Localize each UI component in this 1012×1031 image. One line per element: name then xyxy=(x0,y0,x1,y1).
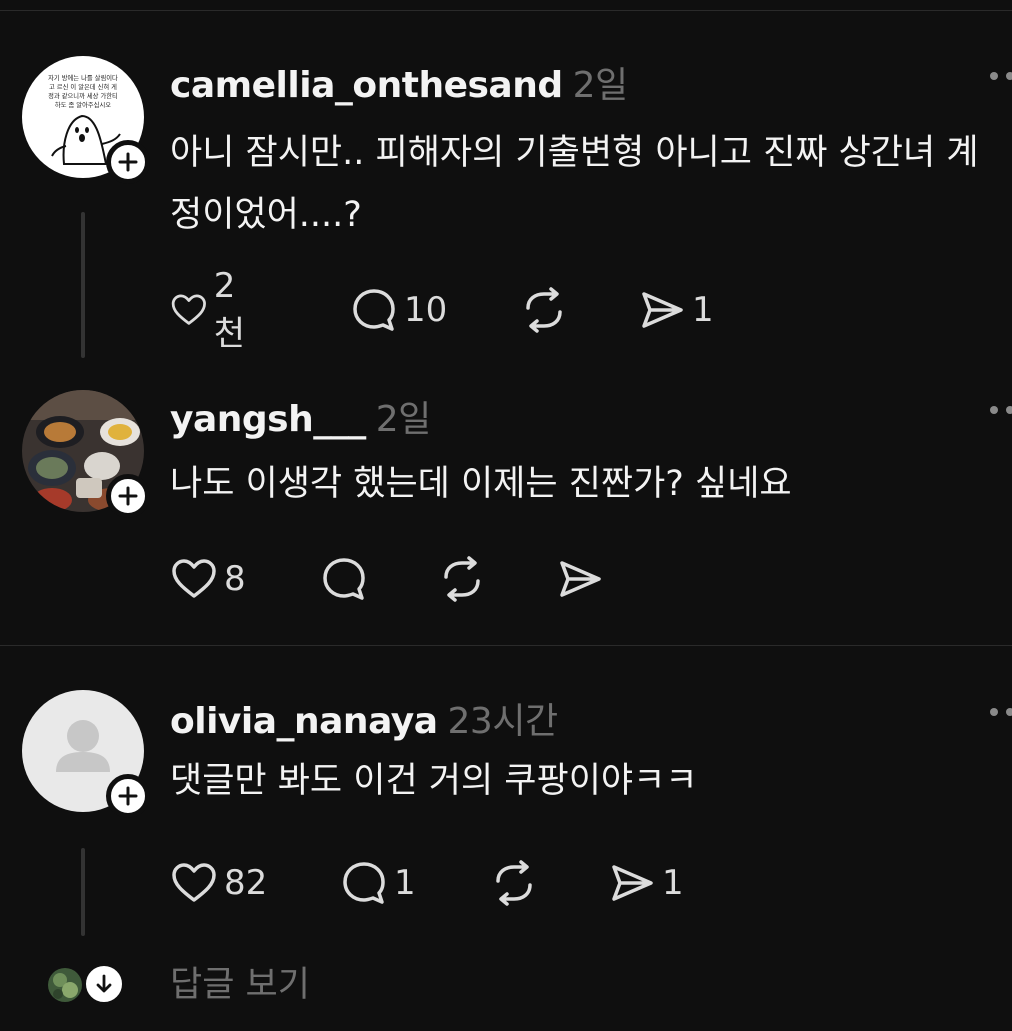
username[interactable]: yangsh___ xyxy=(170,399,366,440)
thread-line xyxy=(81,848,85,936)
comment-count: 1 xyxy=(394,863,416,903)
avatar-container[interactable] xyxy=(22,390,150,518)
repost-button[interactable] xyxy=(490,858,538,908)
post-header: yangsh___ 2일 xyxy=(170,390,431,442)
reply-avatar xyxy=(48,968,82,1002)
share-button[interactable] xyxy=(556,554,604,604)
repost-icon xyxy=(496,860,532,906)
post-header: olivia_nanaya 23시간 xyxy=(170,692,558,744)
comment-count: 10 xyxy=(404,290,448,330)
like-count: 2천 xyxy=(213,265,245,354)
avatar-container[interactable]: 자기 방에는 나를 살림이다 고 르신 이 알은데 신혀 게 정과 같으니까 세… xyxy=(22,56,150,184)
comment-bubble-icon xyxy=(353,289,395,331)
arrow-down-icon xyxy=(96,974,112,993)
heart-icon xyxy=(171,294,206,325)
heart-icon xyxy=(172,559,216,598)
avatar-container[interactable] xyxy=(22,690,150,818)
follow-button[interactable] xyxy=(106,140,150,184)
plus-icon xyxy=(118,486,138,506)
avatar-text-2: 고 르신 이 알은데 신혀 게 xyxy=(49,82,117,91)
follow-button[interactable] xyxy=(106,474,150,518)
send-icon xyxy=(642,292,683,328)
repost-icon xyxy=(526,287,562,333)
like-button[interactable]: 82 xyxy=(170,858,267,908)
avatar-text-4: 하도 좀 알아주십시오 xyxy=(55,100,111,109)
like-button[interactable]: 8 xyxy=(170,554,246,604)
comment-button[interactable]: 1 xyxy=(340,858,416,908)
post-time: 23시간 xyxy=(447,701,559,742)
share-count: 1 xyxy=(692,290,714,330)
share-count: 1 xyxy=(662,863,684,903)
post-time: 2일 xyxy=(375,399,432,440)
more-options-button[interactable] xyxy=(990,72,1012,82)
repost-button[interactable] xyxy=(520,285,568,335)
post-time: 2일 xyxy=(572,65,629,106)
avatar-text-3: 정과 같으니까 세상 가한티 xyxy=(48,91,118,100)
post-divider xyxy=(0,645,1012,646)
comment-button[interactable] xyxy=(320,554,368,604)
follow-button[interactable] xyxy=(106,774,150,818)
plus-icon xyxy=(118,786,138,806)
thread-line xyxy=(81,212,85,358)
more-options-button[interactable] xyxy=(990,406,1012,416)
post-text: 아니 잠시만.. 피해자의 기출변형 아니고 진짜 상간녀 계정이었어....? xyxy=(170,133,979,235)
like-count: 8 xyxy=(224,559,246,599)
like-button[interactable]: 2천 xyxy=(170,266,255,354)
username[interactable]: camellia_onthesand xyxy=(170,65,563,106)
share-button[interactable]: 1 xyxy=(608,858,684,908)
top-divider xyxy=(0,10,1012,11)
post-header: camellia_onthesand 2일 xyxy=(170,56,628,108)
comment-bubble-icon xyxy=(323,558,365,600)
post-text: 나도 이생각 했는데 이제는 진짠가? 싶네요 xyxy=(170,464,792,504)
avatar-text-1: 자기 방에는 나를 살림이다 xyxy=(48,73,118,82)
expand-replies-button[interactable] xyxy=(82,962,126,1006)
like-count: 82 xyxy=(224,863,268,903)
view-replies-label[interactable]: 답글 보기 xyxy=(170,960,310,1010)
heart-icon xyxy=(172,863,216,902)
plus-icon xyxy=(118,152,138,172)
comment-bubble-icon xyxy=(343,862,385,904)
comment-button[interactable]: 10 xyxy=(350,285,447,335)
repost-button[interactable] xyxy=(438,554,486,604)
share-button[interactable]: 1 xyxy=(638,285,714,335)
send-icon xyxy=(612,865,653,901)
repost-icon xyxy=(444,556,480,602)
post-text: 댓글만 봐도 이건 거의 쿠팡이야ㅋㅋ xyxy=(170,761,698,801)
send-icon xyxy=(560,561,601,597)
view-replies-link[interactable]: 답글 보기 xyxy=(48,960,310,1010)
more-options-button[interactable] xyxy=(990,708,1012,718)
username[interactable]: olivia_nanaya xyxy=(170,701,438,742)
